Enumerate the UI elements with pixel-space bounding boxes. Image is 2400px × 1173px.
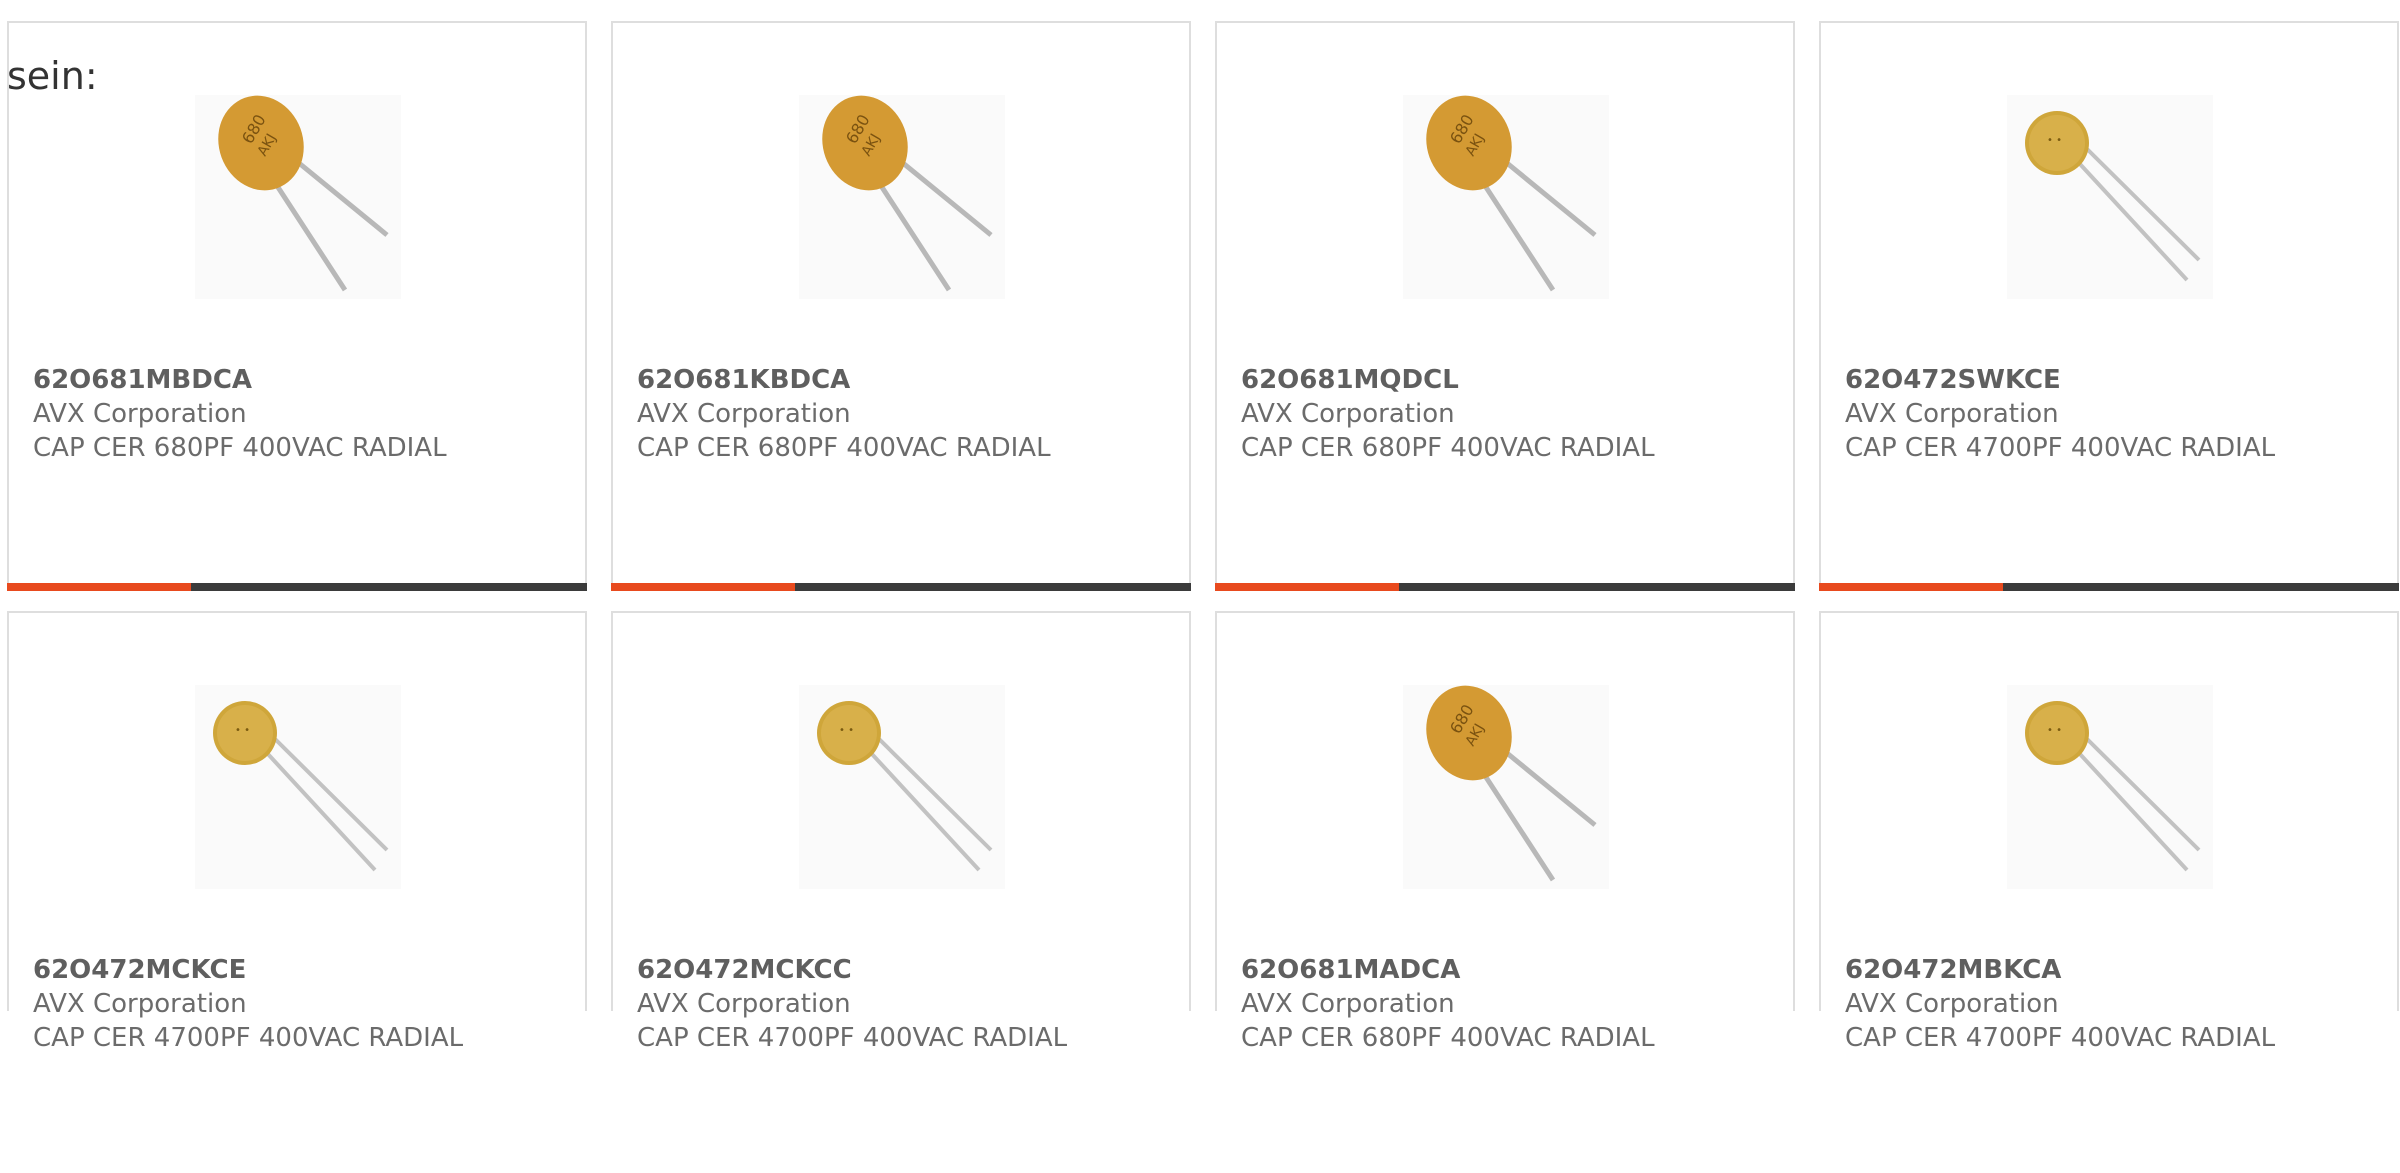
card-bottom-bar (1819, 583, 2399, 591)
product-image: • • (195, 685, 401, 889)
product-image: • • (2007, 685, 2213, 889)
product-image: 680 AKJ (799, 95, 1005, 299)
product-info: 62O472MCKCE AVX Corporation CAP CER 4700… (33, 953, 463, 1055)
manufacturer: AVX Corporation (1241, 989, 1455, 1019)
manufacturer: AVX Corporation (637, 399, 851, 429)
product-info: 62O681KBDCA AVX Corporation CAP CER 680P… (637, 363, 1051, 465)
capacitor-disc-small-icon: • • (2025, 701, 2201, 872)
card-accent (1215, 583, 1399, 591)
product-info: 62O472SWKCE AVX Corporation CAP CER 4700… (1845, 363, 2275, 465)
product-card[interactable]: • • 62O472MBKCA AVX Corporation CAP CER … (1819, 611, 2399, 1053)
manufacturer: AVX Corporation (1845, 989, 2059, 1019)
manufacturer: AVX Corporation (1241, 399, 1455, 429)
product-image: • • (799, 685, 1005, 889)
card-bottom-bar (611, 583, 1191, 591)
capacitor-disc-680-icon: 680 AKJ (218, 95, 389, 292)
description: CAP CER 4700PF 400VAC RADIAL (33, 1023, 464, 1053)
manufacturer: AVX Corporation (1845, 399, 2059, 429)
product-listing-page: sein: 680 AKJ 62O681MBDCA AVX Corporatio… (0, 0, 2400, 1173)
part-number-link[interactable]: 62O681MADCA (1241, 953, 1655, 987)
svg-text:• •: • • (235, 725, 250, 736)
manufacturer: AVX Corporation (637, 989, 851, 1019)
product-card[interactable]: • • 62O472MCKCE AVX Corporation CAP CER … (7, 611, 587, 1053)
part-number-link[interactable]: 62O681KBDCA (637, 363, 1051, 397)
part-number-link[interactable]: 62O472MBKCA (1845, 953, 2275, 987)
description: CAP CER 680PF 400VAC RADIAL (1241, 1023, 1655, 1053)
capacitor-disc-680-icon: 680 AKJ (1426, 95, 1597, 292)
product-info: 62O681MQDCL AVX Corporation CAP CER 680P… (1241, 363, 1655, 465)
card-bottom-bar (7, 583, 587, 591)
capacitor-disc-680-icon: 680 AKJ (1426, 685, 1597, 882)
description: CAP CER 4700PF 400VAC RADIAL (637, 1023, 1068, 1053)
card-accent (1819, 583, 2003, 591)
capacitor-disc-680-icon: 680 AKJ (822, 95, 993, 292)
part-number-link[interactable]: 62O472SWKCE (1845, 363, 2275, 397)
product-card[interactable]: 680 AKJ 62O681KBDCA AVX Corporation CAP … (611, 21, 1191, 591)
svg-text:• •: • • (839, 725, 854, 736)
part-number-link[interactable]: 62O472MCKCE (33, 953, 463, 987)
product-info: 62O472MBKCA AVX Corporation CAP CER 4700… (1845, 953, 2275, 1055)
product-card[interactable]: 680 AKJ 62O681MQDCL AVX Corporation CAP … (1215, 21, 1795, 591)
card-accent (7, 583, 191, 591)
product-info: 62O681MADCA AVX Corporation CAP CER 680P… (1241, 953, 1655, 1055)
part-number-link[interactable]: 62O681MBDCA (33, 363, 447, 397)
card-accent (611, 583, 795, 591)
product-image: 680 AKJ (195, 95, 401, 299)
intro-label: sein: (7, 54, 98, 98)
product-image: • • (2007, 95, 2213, 299)
part-number-link[interactable]: 62O472MCKCC (637, 953, 1067, 987)
description: CAP CER 4700PF 400VAC RADIAL (1845, 433, 2276, 463)
capacitor-disc-small-icon: • • (817, 701, 993, 872)
product-info: 62O472MCKCC AVX Corporation CAP CER 4700… (637, 953, 1067, 1055)
manufacturer: AVX Corporation (33, 399, 247, 429)
product-card[interactable]: 680 AKJ 62O681MADCA AVX Corporation CAP … (1215, 611, 1795, 1053)
card-bottom-bar (1215, 583, 1795, 591)
product-grid: 680 AKJ 62O681MBDCA AVX Corporation CAP … (7, 21, 2399, 1173)
manufacturer: AVX Corporation (33, 989, 247, 1019)
description: CAP CER 4700PF 400VAC RADIAL (1845, 1023, 2276, 1053)
capacitor-disc-small-icon: • • (213, 701, 389, 872)
svg-text:• •: • • (2047, 135, 2062, 146)
svg-text:• •: • • (2047, 725, 2062, 736)
product-card[interactable]: • • 62O472MCKCC AVX Corporation CAP CER … (611, 611, 1191, 1053)
product-card[interactable]: 680 AKJ 62O681MBDCA AVX Corporation CAP … (7, 21, 587, 591)
description: CAP CER 680PF 400VAC RADIAL (637, 433, 1051, 463)
description: CAP CER 680PF 400VAC RADIAL (33, 433, 447, 463)
capacitor-disc-small-icon: • • (2025, 111, 2201, 282)
product-image: 680 AKJ (1403, 685, 1609, 889)
product-image: 680 AKJ (1403, 95, 1609, 299)
product-card[interactable]: • • 62O472SWKCE AVX Corporation CAP CER … (1819, 21, 2399, 591)
product-info: 62O681MBDCA AVX Corporation CAP CER 680P… (33, 363, 447, 465)
description: CAP CER 680PF 400VAC RADIAL (1241, 433, 1655, 463)
part-number-link[interactable]: 62O681MQDCL (1241, 363, 1655, 397)
